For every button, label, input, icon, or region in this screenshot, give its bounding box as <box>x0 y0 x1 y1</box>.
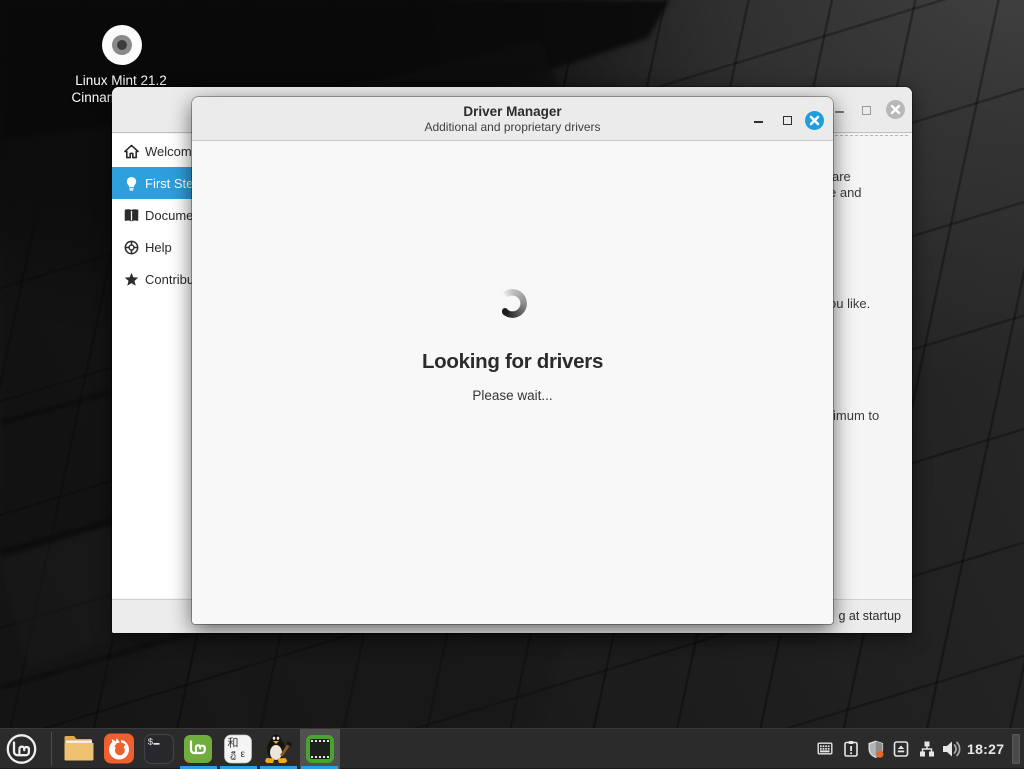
svg-text:$: $ <box>148 737 154 748</box>
svg-text:ε: ε <box>241 749 246 760</box>
svg-text:和: 和 <box>228 737 239 750</box>
svg-text:ฎี: ฎี <box>230 751 236 761</box>
